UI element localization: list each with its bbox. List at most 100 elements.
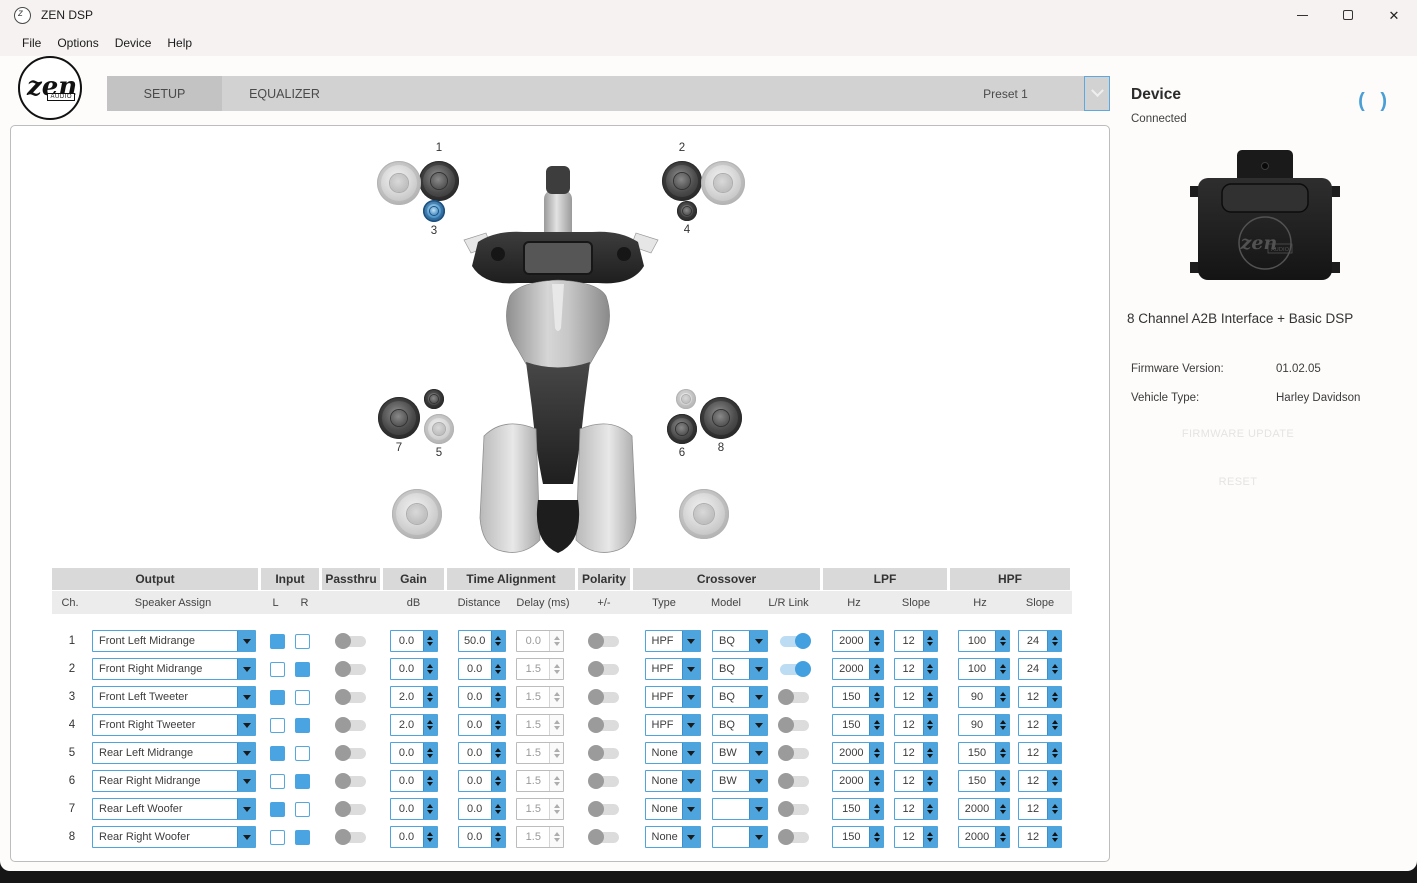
input-l-checkbox[interactable] xyxy=(270,802,285,817)
gain-spinner[interactable]: 0.0 xyxy=(390,658,438,680)
lpf-slope-spinner[interactable]: 12 xyxy=(894,742,938,764)
input-l-checkbox[interactable] xyxy=(270,662,285,677)
menu-help[interactable]: Help xyxy=(159,33,200,53)
preset-selected-value[interactable]: Preset 1 xyxy=(927,76,1084,111)
speaker-ch5[interactable] xyxy=(424,414,454,444)
distance-spinner[interactable]: 0.0 xyxy=(458,742,506,764)
crossover-model-select[interactable]: BQ xyxy=(712,658,768,680)
preset-dropdown-button[interactable] xyxy=(1084,76,1110,111)
lr-link-toggle[interactable] xyxy=(780,720,809,731)
polarity-toggle[interactable] xyxy=(590,664,619,675)
distance-spinner[interactable]: 0.0 xyxy=(458,686,506,708)
speaker-assign-select[interactable]: Front Left Midrange xyxy=(92,630,256,652)
lpf-slope-spinner[interactable]: 12 xyxy=(894,658,938,680)
crossover-type-select[interactable]: None xyxy=(645,742,701,764)
speaker-ch2[interactable] xyxy=(662,161,702,201)
polarity-toggle[interactable] xyxy=(590,692,619,703)
lpf-hz-spinner[interactable]: 150 xyxy=(832,826,884,848)
speaker-assign-select[interactable]: Rear Left Woofer xyxy=(92,798,256,820)
input-r-checkbox[interactable] xyxy=(295,662,310,677)
input-l-checkbox[interactable] xyxy=(270,774,285,789)
firmware-update-button[interactable]: FIRMWARE UPDATE xyxy=(1133,428,1343,440)
hpf-hz-spinner[interactable]: 90 xyxy=(958,686,1010,708)
passthru-toggle[interactable] xyxy=(337,720,366,731)
lpf-slope-spinner[interactable]: 12 xyxy=(894,630,938,652)
lpf-hz-spinner[interactable]: 2000 xyxy=(832,770,884,792)
crossover-model-select[interactable]: BW xyxy=(712,742,768,764)
speaker-ch7[interactable] xyxy=(378,397,420,439)
lpf-hz-spinner[interactable]: 150 xyxy=(832,714,884,736)
lpf-hz-spinner[interactable]: 2000 xyxy=(832,630,884,652)
lpf-slope-spinner[interactable]: 12 xyxy=(894,826,938,848)
speaker-assign-select[interactable]: Rear Left Midrange xyxy=(92,742,256,764)
speaker-assign-select[interactable]: Rear Right Woofer xyxy=(92,826,256,848)
hpf-slope-spinner[interactable]: 12 xyxy=(1018,826,1062,848)
polarity-toggle[interactable] xyxy=(590,636,619,647)
hpf-slope-spinner[interactable]: 12 xyxy=(1018,714,1062,736)
menu-file[interactable]: File xyxy=(14,33,49,53)
lr-link-toggle[interactable] xyxy=(780,804,809,815)
distance-spinner[interactable]: 0.0 xyxy=(458,770,506,792)
lpf-slope-spinner[interactable]: 12 xyxy=(894,686,938,708)
input-l-checkbox[interactable] xyxy=(270,746,285,761)
gain-spinner[interactable]: 0.0 xyxy=(390,798,438,820)
hpf-slope-spinner[interactable]: 24 xyxy=(1018,658,1062,680)
input-l-checkbox[interactable] xyxy=(270,830,285,845)
crossover-model-select[interactable]: BQ xyxy=(712,686,768,708)
passthru-toggle[interactable] xyxy=(337,692,366,703)
polarity-toggle[interactable] xyxy=(590,720,619,731)
speaker-ch4[interactable] xyxy=(677,201,697,221)
passthru-toggle[interactable] xyxy=(337,748,366,759)
hpf-slope-spinner[interactable]: 12 xyxy=(1018,686,1062,708)
crossover-model-select[interactable] xyxy=(712,798,768,820)
lpf-hz-spinner[interactable]: 2000 xyxy=(832,742,884,764)
lr-link-toggle[interactable] xyxy=(780,748,809,759)
lr-link-toggle[interactable] xyxy=(780,664,809,675)
polarity-toggle[interactable] xyxy=(590,748,619,759)
crossover-model-select[interactable]: BQ xyxy=(712,714,768,736)
distance-spinner[interactable]: 50.0 xyxy=(458,630,506,652)
lpf-hz-spinner[interactable]: 2000 xyxy=(832,658,884,680)
crossover-type-select[interactable]: None xyxy=(645,798,701,820)
crossover-type-select[interactable]: HPF xyxy=(645,630,701,652)
hpf-hz-spinner[interactable]: 2000 xyxy=(958,826,1010,848)
passthru-toggle[interactable] xyxy=(337,664,366,675)
crossover-type-select[interactable]: None xyxy=(645,770,701,792)
lpf-hz-spinner[interactable]: 150 xyxy=(832,686,884,708)
menu-options[interactable]: Options xyxy=(49,33,106,53)
speaker-assign-select[interactable]: Front Right Tweeter xyxy=(92,714,256,736)
crossover-type-select[interactable]: HPF xyxy=(645,714,701,736)
hpf-hz-spinner[interactable]: 100 xyxy=(958,658,1010,680)
lpf-slope-spinner[interactable]: 12 xyxy=(894,798,938,820)
lpf-hz-spinner[interactable]: 150 xyxy=(832,798,884,820)
input-r-checkbox[interactable] xyxy=(295,718,310,733)
hpf-hz-spinner[interactable]: 90 xyxy=(958,714,1010,736)
distance-spinner[interactable]: 0.0 xyxy=(458,798,506,820)
passthru-toggle[interactable] xyxy=(337,776,366,787)
distance-spinner[interactable]: 0.0 xyxy=(458,826,506,848)
hpf-hz-spinner[interactable]: 100 xyxy=(958,630,1010,652)
gain-spinner[interactable]: 2.0 xyxy=(390,714,438,736)
hpf-slope-spinner[interactable]: 24 xyxy=(1018,630,1062,652)
polarity-toggle[interactable] xyxy=(590,832,619,843)
lr-link-toggle[interactable] xyxy=(780,776,809,787)
speaker-assign-select[interactable]: Rear Right Midrange xyxy=(92,770,256,792)
input-r-checkbox[interactable] xyxy=(295,802,310,817)
hpf-slope-spinner[interactable]: 12 xyxy=(1018,742,1062,764)
maximize-button[interactable] xyxy=(1325,0,1371,30)
reset-button[interactable]: RESET xyxy=(1133,476,1343,488)
gain-spinner[interactable]: 2.0 xyxy=(390,686,438,708)
hpf-hz-spinner[interactable]: 150 xyxy=(958,742,1010,764)
speaker-ch8[interactable] xyxy=(700,397,742,439)
menu-device[interactable]: Device xyxy=(107,33,160,53)
input-l-checkbox[interactable] xyxy=(270,718,285,733)
input-l-checkbox[interactable] xyxy=(270,690,285,705)
input-r-checkbox[interactable] xyxy=(295,830,310,845)
connection-refresh-icon[interactable]: ( ) xyxy=(1358,90,1392,113)
gain-spinner[interactable]: 0.0 xyxy=(390,742,438,764)
speaker-ch1[interactable] xyxy=(419,161,459,201)
crossover-type-select[interactable]: None xyxy=(645,826,701,848)
lpf-slope-spinner[interactable]: 12 xyxy=(894,770,938,792)
lpf-slope-spinner[interactable]: 12 xyxy=(894,714,938,736)
input-r-checkbox[interactable] xyxy=(295,746,310,761)
